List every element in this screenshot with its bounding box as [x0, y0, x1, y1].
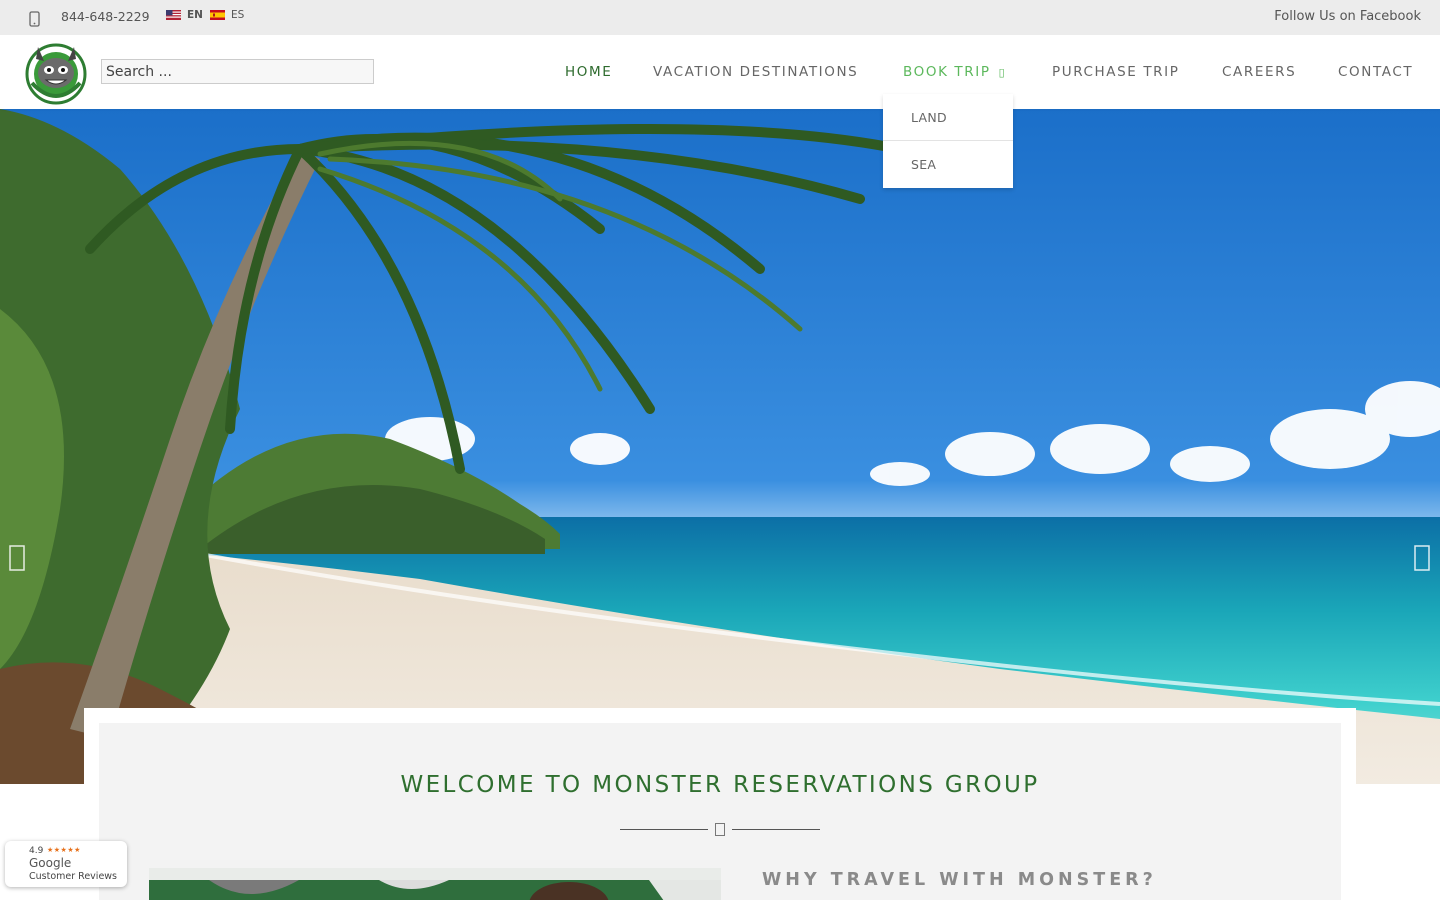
why-travel-heading: WHY TRAVEL WITH MONSTER?: [762, 870, 1157, 890]
nav-vacation-destinations[interactable]: VACATION DESTINATIONS: [653, 64, 858, 80]
hero-beach-image: [0, 109, 1440, 784]
site-header: HOME VACATION DESTINATIONS BOOK TRIP ▯ PU…: [0, 35, 1440, 109]
us-flag-icon: [166, 10, 181, 20]
badge-rating: 4.9: [29, 846, 44, 856]
customer-reviews-label: Customer Reviews: [29, 871, 118, 882]
slider-next-icon[interactable]: [1414, 545, 1430, 571]
slider-prev-icon[interactable]: [9, 545, 25, 571]
facebook-follow-link[interactable]: Follow Us on Facebook: [1274, 9, 1421, 24]
spain-flag-icon: [210, 10, 225, 20]
language-es-label: ES: [231, 9, 245, 21]
nav-home[interactable]: HOME: [565, 64, 612, 80]
google-reviews-badge[interactable]: 4.9 ★★★★★ Google Customer Reviews: [5, 841, 127, 887]
phone-number[interactable]: 844-648-2229: [61, 9, 150, 24]
star-rating-icon: ★★★★★: [47, 846, 81, 854]
section-divider: [620, 822, 820, 838]
book-trip-dropdown: LAND SEA: [883, 94, 1013, 188]
welcome-title: WELCOME TO MONSTER RESERVATIONS GROUP: [400, 772, 1040, 798]
nav-book-trip-label: BOOK TRIP: [903, 64, 991, 80]
nav-careers[interactable]: CAREERS: [1222, 64, 1296, 80]
hero-slider: [0, 109, 1440, 784]
language-es-link[interactable]: ES: [210, 9, 244, 21]
nav-purchase-trip[interactable]: PURCHASE TRIP: [1052, 64, 1179, 80]
top-bar: 844-648-2229 EN ES Follow Us on Facebook: [0, 0, 1440, 35]
nav-contact[interactable]: CONTACT: [1338, 64, 1413, 80]
phone-icon: [28, 10, 40, 28]
dropdown-item-land[interactable]: LAND: [883, 94, 1013, 141]
google-label: Google: [29, 856, 72, 870]
nav-book-trip[interactable]: BOOK TRIP ▯: [903, 64, 1006, 80]
monster-logo[interactable]: [24, 39, 88, 105]
dropdown-item-sea[interactable]: SEA: [883, 141, 1013, 188]
search-input[interactable]: [101, 59, 374, 84]
language-en-label: EN: [187, 9, 203, 21]
divider-icon: [715, 823, 725, 836]
monster-photo: [149, 868, 721, 900]
chevron-down-icon: ▯: [998, 66, 1007, 79]
language-en-link[interactable]: EN: [166, 9, 203, 21]
